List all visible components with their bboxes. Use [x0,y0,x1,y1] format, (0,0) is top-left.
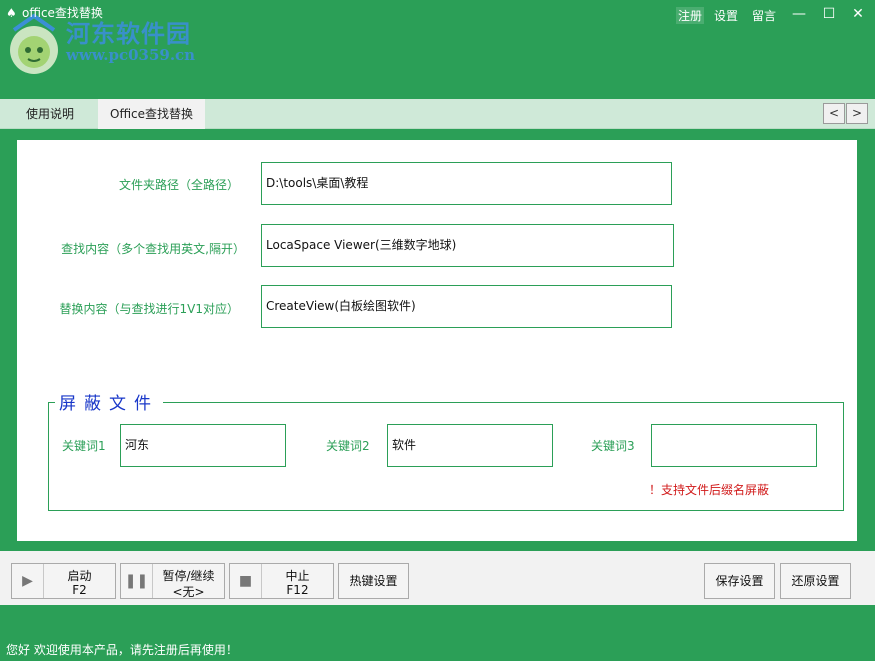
tab-office-find-replace[interactable]: Office查找替换 [98,99,206,129]
status-bar: 您好 欢迎使用本产品，请先注册后再使用！ [0,605,875,661]
stop-label: 中止 [285,569,310,583]
mask-files-title: 屏蔽文件 [55,389,163,414]
replace-content-input[interactable]: CreateView(白板绘图软件) [261,285,672,328]
start-label: 启动 [67,569,92,583]
save-settings-button[interactable]: 保存设置 [704,563,775,599]
pause-hotkey: <无> [172,585,205,599]
folder-path-label: 文件夹路径（全路径） [118,178,239,192]
stop-button[interactable]: ■ 中止 F12 [229,563,334,599]
bottom-toolbar: ▶ 启动 F2 ❚❚ 暂停/继续 <无> ■ 中止 F12 热键设置 保存设置 … [0,551,875,605]
watermark-logo-icon [10,13,58,74]
register-link[interactable]: 注册 [676,7,705,24]
close-button[interactable]: ✕ [847,4,869,24]
stop-hotkey: F12 [286,583,309,597]
status-text: 您好 欢迎使用本产品，请先注册后再使用！ [6,643,238,657]
keyword2-input[interactable]: 软件 [387,424,553,467]
stop-icon: ■ [230,564,262,598]
minimize-button[interactable]: — [788,4,810,24]
settings-link[interactable]: 设置 [714,7,738,24]
app-icon: ♠ [6,6,17,20]
keyword1-input[interactable]: 河东 [120,424,286,467]
watermark-url: www.pc0359.cn [66,46,196,64]
title-bar: ♠ office查找替换 河东软件园 www.pc0359.cn 注册 设置 留… [0,0,875,99]
tab-prev-button[interactable]: < [823,103,845,124]
tab-strip: 使用说明 Office查找替换 < > [0,99,875,129]
tab-instructions[interactable]: 使用说明 [14,99,86,129]
watermark-name: 河东软件园 [66,19,191,48]
maximize-button[interactable]: ☐ [818,4,840,24]
play-icon: ▶ [12,564,44,598]
keyword2-label: 关键词2 [326,439,370,453]
pause-icon: ❚❚ [121,564,153,598]
restore-settings-button[interactable]: 还原设置 [780,563,851,599]
hotkey-settings-button[interactable]: 热键设置 [338,563,409,599]
feedback-link[interactable]: 留言 [752,7,776,24]
keyword3-input[interactable] [651,424,817,467]
start-hotkey: F2 [72,583,87,597]
folder-path-input[interactable]: D:\tools\桌面\教程 [261,162,672,205]
pause-label: 暂停/继续 [162,569,215,583]
tab-next-button[interactable]: > [846,103,868,124]
pause-resume-button[interactable]: ❚❚ 暂停/继续 <无> [120,563,225,599]
find-content-label: 查找内容（多个查找用英文,隔开） [61,242,245,256]
replace-content-label: 替换内容（与查找进行1V1对应） [59,302,239,316]
find-content-input[interactable]: LocaSpace Viewer(三维数字地球) [261,224,674,267]
main-panel: 文件夹路径（全路径） D:\tools\桌面\教程 查找内容（多个查找用英文,隔… [17,140,857,541]
start-button[interactable]: ▶ 启动 F2 [11,563,116,599]
keyword1-label: 关键词1 [62,439,106,453]
mask-files-group: 屏蔽文件 关键词1 河东 关键词2 软件 关键词3 ！支持文件后缀名屏蔽 [48,389,844,511]
keyword3-label: 关键词3 [591,439,635,453]
suffix-mask-note: ！支持文件后缀名屏蔽 [649,483,770,497]
